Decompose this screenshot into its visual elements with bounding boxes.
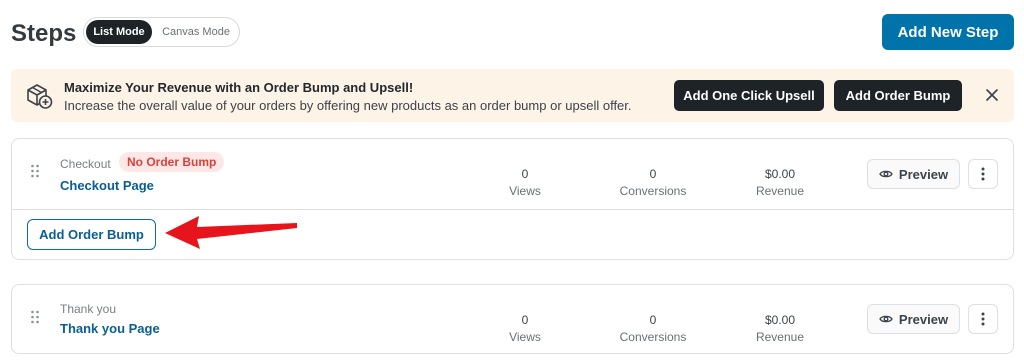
more-options-button[interactable] (968, 159, 998, 189)
revenue-label: Revenue (755, 184, 805, 198)
preview-label: Preview (898, 166, 949, 182)
eye-icon (879, 315, 893, 323)
views-label: Views (509, 184, 541, 198)
preview-button[interactable]: Preview (867, 159, 960, 189)
more-vertical-icon (981, 312, 985, 326)
preview-label: Preview (898, 311, 949, 327)
revenue-stat: $0.00 Revenue (730, 167, 830, 198)
page-header: Steps List Mode Canvas Mode Add New Step (0, 0, 1024, 64)
views-value: 0 (521, 313, 529, 327)
step-card-thank-you: Thank you Thank you Page 0 Views 0 Conve… (11, 284, 1014, 354)
list-mode-button[interactable]: List Mode (86, 20, 152, 44)
step-name-link[interactable]: Checkout Page (60, 178, 154, 193)
conversions-label: Conversions (619, 184, 687, 198)
card-divider (12, 209, 1013, 210)
more-options-button[interactable] (968, 304, 998, 334)
more-vertical-icon (981, 167, 985, 181)
views-value: 0 (521, 167, 529, 181)
eye-icon (879, 170, 893, 178)
conversions-label: Conversions (619, 330, 687, 344)
conversions-value: 0 (649, 167, 657, 181)
add-one-click-upsell-button[interactable]: Add One Click Upsell (674, 80, 824, 111)
step-card-checkout: Checkout No Order Bump Checkout Page 0 V… (11, 138, 1014, 260)
views-stat: 0 Views (475, 167, 575, 198)
annotation-arrow-icon (165, 216, 297, 249)
drag-handle-icon[interactable] (30, 164, 40, 178)
mode-toggle: List Mode Canvas Mode (83, 17, 240, 47)
conversions-stat: 0 Conversions (603, 167, 703, 198)
step-type-label: Thank you (60, 302, 117, 316)
add-order-bump-button[interactable]: Add Order Bump (27, 219, 156, 250)
step-name-link[interactable]: Thank you Page (60, 321, 160, 336)
revenue-label: Revenue (755, 330, 805, 344)
drag-handle-icon[interactable] (30, 310, 40, 324)
upsell-banner: Maximize Your Revenue with an Order Bump… (11, 69, 1014, 122)
close-icon[interactable] (983, 86, 1001, 104)
conversions-value: 0 (649, 313, 657, 327)
banner-description: Increase the overall value of your order… (64, 98, 632, 113)
revenue-value: $0.00 (764, 167, 796, 181)
canvas-mode-button[interactable]: Canvas Mode (154, 20, 238, 44)
banner-add-order-bump-button[interactable]: Add Order Bump (834, 80, 962, 111)
banner-title: Maximize Your Revenue with an Order Bump… (64, 80, 414, 95)
page-title: Steps (11, 20, 77, 47)
add-new-step-button[interactable]: Add New Step (882, 14, 1014, 50)
revenue-value: $0.00 (764, 313, 796, 327)
conversions-stat: 0 Conversions (603, 313, 703, 344)
views-stat: 0 Views (475, 313, 575, 344)
views-label: Views (509, 330, 541, 344)
step-type-label: Checkout (60, 157, 111, 171)
box-plus-icon (27, 84, 53, 109)
revenue-stat: $0.00 Revenue (730, 313, 830, 344)
status-badge: No Order Bump (119, 152, 225, 172)
preview-button[interactable]: Preview (867, 304, 960, 334)
